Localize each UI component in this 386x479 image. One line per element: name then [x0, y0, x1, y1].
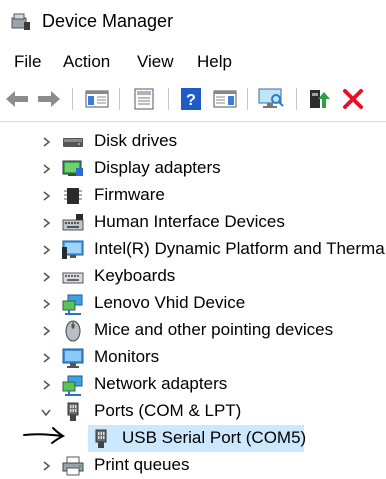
tree-category-item[interactable]: Network adapters [0, 371, 386, 398]
scan-hardware-changes-icon [258, 88, 284, 108]
back-button[interactable] [2, 84, 32, 114]
menu-bar: File Action View Help [0, 48, 386, 78]
tree-category-item[interactable]: Disk drives [0, 128, 386, 155]
properties-icon [134, 88, 154, 110]
tree-category-item[interactable]: Monitors [0, 344, 386, 371]
tree-category-item[interactable]: Ports (COM & LPT) [0, 398, 386, 425]
keyboard-icon [62, 272, 84, 284]
scan-hardware-changes-button[interactable] [256, 84, 286, 114]
update-driver-icon [310, 90, 330, 108]
uninstall-device-icon [343, 89, 363, 109]
tree-item-label: Keyboards [94, 266, 176, 285]
printer-icon [62, 456, 84, 476]
tree-category-item[interactable]: Firmware [0, 182, 386, 209]
hid-keyboard-icon [62, 214, 84, 231]
toolbar: ? [0, 80, 386, 118]
monitor-icon [62, 348, 84, 368]
chevron-right-icon[interactable] [40, 352, 52, 364]
tree-category-item[interactable]: Print queues [0, 452, 386, 479]
menu-action[interactable]: Action [63, 52, 110, 72]
toolbar-separator [247, 88, 248, 110]
display-adapter-icon [62, 160, 83, 176]
chevron-right-icon[interactable] [40, 271, 52, 283]
forward-arrow-icon [38, 91, 60, 107]
chevron-right-icon[interactable] [40, 325, 52, 337]
tree-item-label: Ports (COM & LPT) [94, 401, 242, 420]
tree-item-label: Firmware [94, 185, 165, 204]
chevron-right-icon[interactable] [40, 460, 52, 472]
disk-drive-icon [63, 138, 83, 147]
port-connector-icon [95, 429, 107, 448]
toolbar-separator [168, 88, 169, 110]
network-adapter-icon [62, 375, 83, 396]
update-driver-button[interactable] [304, 84, 334, 114]
help-icon: ? [181, 88, 201, 110]
tree-category-item[interactable]: Display adapters [0, 155, 386, 182]
chevron-right-icon[interactable] [40, 217, 52, 229]
tree-item-label: Lenovo Vhid Device [94, 293, 246, 312]
toolbar-separator [72, 88, 73, 110]
device-manager-app-icon [11, 13, 30, 30]
title-bar: Device Manager [0, 0, 386, 44]
firmware-chip-icon [64, 188, 82, 204]
svg-text:?: ? [186, 92, 196, 109]
toolbar-separator [119, 88, 120, 110]
properties-button[interactable] [129, 84, 159, 114]
chevron-right-icon[interactable] [40, 298, 52, 310]
tree-item-label: Mice and other pointing devices [94, 320, 334, 339]
menu-help[interactable]: Help [197, 52, 232, 72]
mouse-icon [65, 320, 81, 342]
tree-category-item[interactable]: Intel(R) Dynamic Platform and Therma [0, 236, 386, 263]
action-pane-icon [213, 90, 237, 108]
back-arrow-icon [6, 91, 28, 107]
tree-item-label: Network adapters [94, 374, 228, 393]
forward-button[interactable] [34, 84, 64, 114]
chevron-right-icon[interactable] [40, 136, 52, 148]
tree-category-item[interactable]: Keyboards [0, 263, 386, 290]
tree-item-label: Human Interface Devices [94, 212, 285, 231]
menu-view[interactable]: View [137, 52, 174, 72]
uninstall-device-button[interactable] [338, 84, 368, 114]
chevron-right-icon[interactable] [40, 244, 52, 256]
tree-category-item[interactable]: Mice and other pointing devices [0, 317, 386, 344]
annotation-arrow-icon [23, 427, 66, 444]
intel-monitor-icon [62, 240, 84, 259]
chevron-down-icon[interactable] [40, 406, 52, 418]
help-button[interactable]: ? [176, 84, 206, 114]
network-monitor-icon [62, 294, 83, 315]
chevron-right-icon[interactable] [40, 190, 52, 202]
window-title: Device Manager [42, 11, 174, 31]
tree-item-label: USB Serial Port (COM5) [122, 428, 307, 447]
tree-item-label: Intel(R) Dynamic Platform and Therma [94, 239, 385, 258]
show-hide-console-tree-icon [85, 90, 109, 108]
tree-item-label: Display adapters [94, 158, 221, 177]
tree-category-item[interactable]: Human Interface Devices [0, 209, 386, 236]
chevron-right-icon[interactable] [40, 379, 52, 391]
port-connector-icon [67, 402, 79, 421]
chevron-right-icon[interactable] [40, 163, 52, 175]
show-hide-console-tree-button[interactable] [82, 84, 112, 114]
tree-category-item[interactable]: Lenovo Vhid Device [0, 290, 386, 317]
tree-item-label: Monitors [94, 347, 160, 366]
tree-item-label: Print queues [94, 455, 190, 474]
tree-item-label: Disk drives [94, 131, 178, 150]
action-pane-button[interactable] [210, 84, 240, 114]
toolbar-separator [296, 88, 297, 110]
menu-file[interactable]: File [14, 52, 41, 72]
